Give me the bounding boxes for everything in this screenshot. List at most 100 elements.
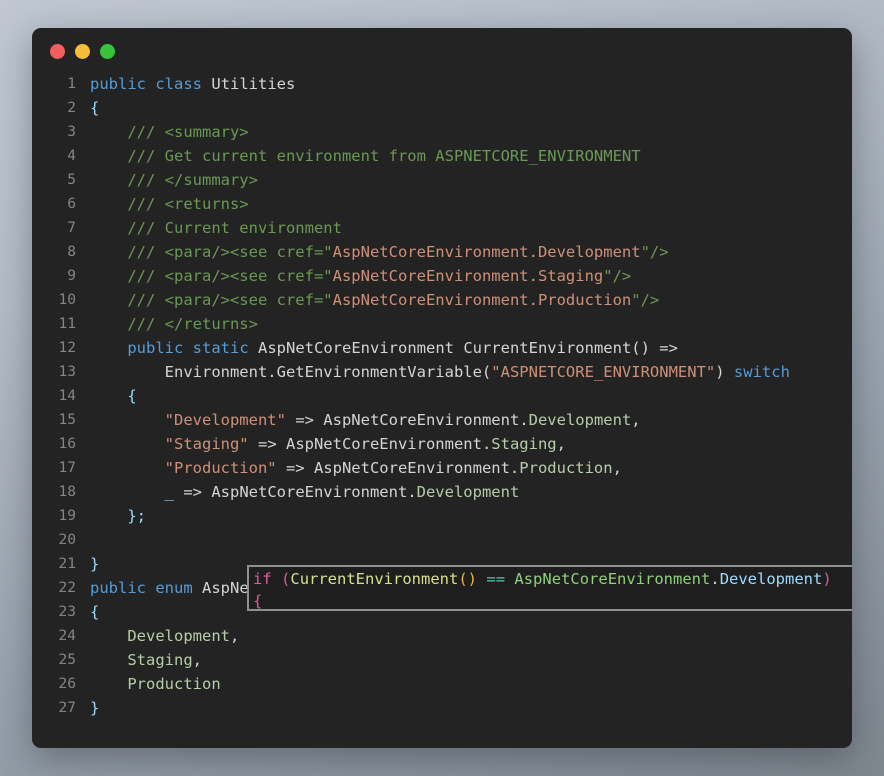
code-text: };	[76, 504, 146, 528]
line-number: 16	[58, 436, 76, 452]
code-token: => AspNetCoreEnvironment.	[276, 459, 520, 477]
line-number: 13	[58, 364, 76, 380]
snippet-token: )	[822, 570, 832, 588]
line-number: 19	[58, 508, 76, 524]
line-number: 17	[58, 460, 76, 476]
snippet-line: if (CurrentEnvironment() == AspNetCoreEn…	[249, 567, 852, 590]
line-number: 24	[58, 628, 76, 644]
code-line[interactable]: 18 _ => AspNetCoreEnvironment.Developmen…	[44, 480, 852, 504]
line-number: 20	[58, 532, 76, 548]
code-token: ,	[229, 627, 240, 645]
minimize-button[interactable]	[75, 44, 90, 59]
code-token: {	[90, 99, 100, 117]
code-token: Environment.GetEnvironmentVariable(	[90, 363, 492, 381]
code-text: public static AspNetCoreEnvironment Curr…	[76, 336, 678, 360]
line-number: 27	[58, 700, 76, 716]
snippet-token: (	[281, 570, 291, 588]
code-editor-area[interactable]: 1 public class Utilities 2{3 /// <summary>…	[32, 72, 852, 748]
snippet-token: .	[710, 570, 720, 588]
line-number: 10	[58, 292, 76, 308]
code-token: AspNetCoreEnvironment.Staging	[332, 267, 604, 285]
code-token: enum	[155, 579, 193, 597]
code-token: /// <para/><see cref="	[90, 267, 333, 285]
code-line[interactable]: 14 {	[44, 384, 852, 408]
line-number: 14	[58, 388, 76, 404]
code-line[interactable]: 15 "Development" => AspNetCoreEnvironmen…	[44, 408, 852, 432]
code-line[interactable]: 13 Environment.GetEnvironmentVariable("A…	[44, 360, 852, 384]
code-text: /// <returns>	[76, 192, 248, 216]
code-token: Development	[416, 483, 520, 501]
code-token: ,	[612, 459, 622, 477]
code-token: <summary>	[164, 123, 249, 141]
line-number: 12	[58, 340, 76, 356]
code-line[interactable]: 7 /// Current environment	[44, 216, 852, 240]
snippet-token: ()	[458, 570, 478, 588]
maximize-button[interactable]	[100, 44, 115, 59]
code-token: switch	[733, 363, 790, 381]
code-text: "Production" => AspNetCoreEnvironment.Pr…	[76, 456, 622, 480]
code-text: "Development" => AspNetCoreEnvironment.D…	[76, 408, 641, 432]
code-text: "Staging" => AspNetCoreEnvironment.Stagi…	[76, 432, 566, 456]
code-token: "Production"	[164, 459, 277, 477]
code-token: ,	[192, 651, 202, 669]
code-line[interactable]: 19 };	[44, 504, 852, 528]
code-line[interactable]: 27}	[44, 696, 852, 720]
close-button[interactable]	[50, 44, 65, 59]
code-token: }	[90, 699, 100, 717]
code-line[interactable]: 17 "Production" => AspNetCoreEnvironment…	[44, 456, 852, 480]
code-token: "/>	[640, 243, 669, 261]
code-token: AspNetCoreEnvironment.Development	[332, 243, 641, 261]
code-token: class	[155, 75, 203, 93]
line-number: 21	[58, 556, 76, 572]
code-token: public	[90, 75, 146, 93]
snippet-token: ==	[486, 570, 506, 588]
code-line[interactable]: 25 Staging,	[44, 648, 852, 672]
code-text: Development,	[76, 624, 239, 648]
code-line[interactable]: 26 Production	[44, 672, 852, 696]
snippet-token: if	[253, 570, 272, 588]
code-line[interactable]: 6 /// <returns>	[44, 192, 852, 216]
code-text: Environment.GetEnvironmentVariable("ASPN…	[76, 360, 790, 384]
code-line[interactable]: 5 /// </summary>	[44, 168, 852, 192]
window-titlebar[interactable]	[32, 28, 852, 72]
code-line[interactable]: 1 public class Utilities	[44, 72, 852, 96]
code-line[interactable]: 3 /// <summary>	[44, 120, 852, 144]
code-token: AspNetCoreEnvironment CurrentEnvironment…	[258, 339, 678, 357]
code-token: {	[127, 387, 137, 405]
code-token: _	[164, 483, 174, 501]
code-line[interactable]: 4 /// Get current environment from ASPNE…	[44, 144, 852, 168]
code-line[interactable]: 2{	[44, 96, 852, 120]
code-line[interactable]: 9 /// <para/><see cref="AspNetCoreEnviro…	[44, 264, 852, 288]
code-snippet-window: 1 public class Utilities 2{3 /// <summary>…	[32, 28, 852, 748]
line-number: 7	[67, 220, 76, 236]
line-number: 9	[67, 268, 76, 284]
code-line[interactable]: 16 "Staging" => AspNetCoreEnvironment.St…	[44, 432, 852, 456]
code-token: Staging	[127, 651, 193, 669]
snippet-line: {	[249, 590, 852, 609]
code-line[interactable]: 24 Development,	[44, 624, 852, 648]
code-text: {	[76, 600, 99, 624]
code-text: /// Get current environment from ASPNETC…	[76, 144, 640, 168]
code-line[interactable]: 10 /// <para/><see cref="AspNetCoreEnvir…	[44, 288, 852, 312]
snippet-token: CurrentEnvironment	[290, 570, 459, 588]
code-line[interactable]: 8 /// <para/><see cref="AspNetCoreEnviro…	[44, 240, 852, 264]
code-text: /// <para/><see cref="AspNetCoreEnvironm…	[76, 264, 631, 288]
snippet-token: Development	[719, 570, 823, 588]
code-text: }	[76, 696, 99, 720]
code-line[interactable]: 11 /// </returns>	[44, 312, 852, 336]
code-token: )	[715, 363, 734, 381]
code-token: static	[192, 339, 249, 357]
code-text: /// Current environment	[76, 216, 342, 240]
line-number: 25	[58, 652, 76, 668]
code-token: public	[90, 579, 146, 597]
line-number: 18	[58, 484, 76, 500]
code-token: /// Current environment	[90, 219, 342, 237]
code-token: "ASPNETCORE_ENVIRONMENT"	[491, 363, 716, 381]
code-line[interactable]: 20	[44, 528, 852, 552]
code-line[interactable]: 12 public static AspNetCoreEnvironment C…	[44, 336, 852, 360]
code-token: => AspNetCoreEnvironment.	[174, 483, 417, 501]
